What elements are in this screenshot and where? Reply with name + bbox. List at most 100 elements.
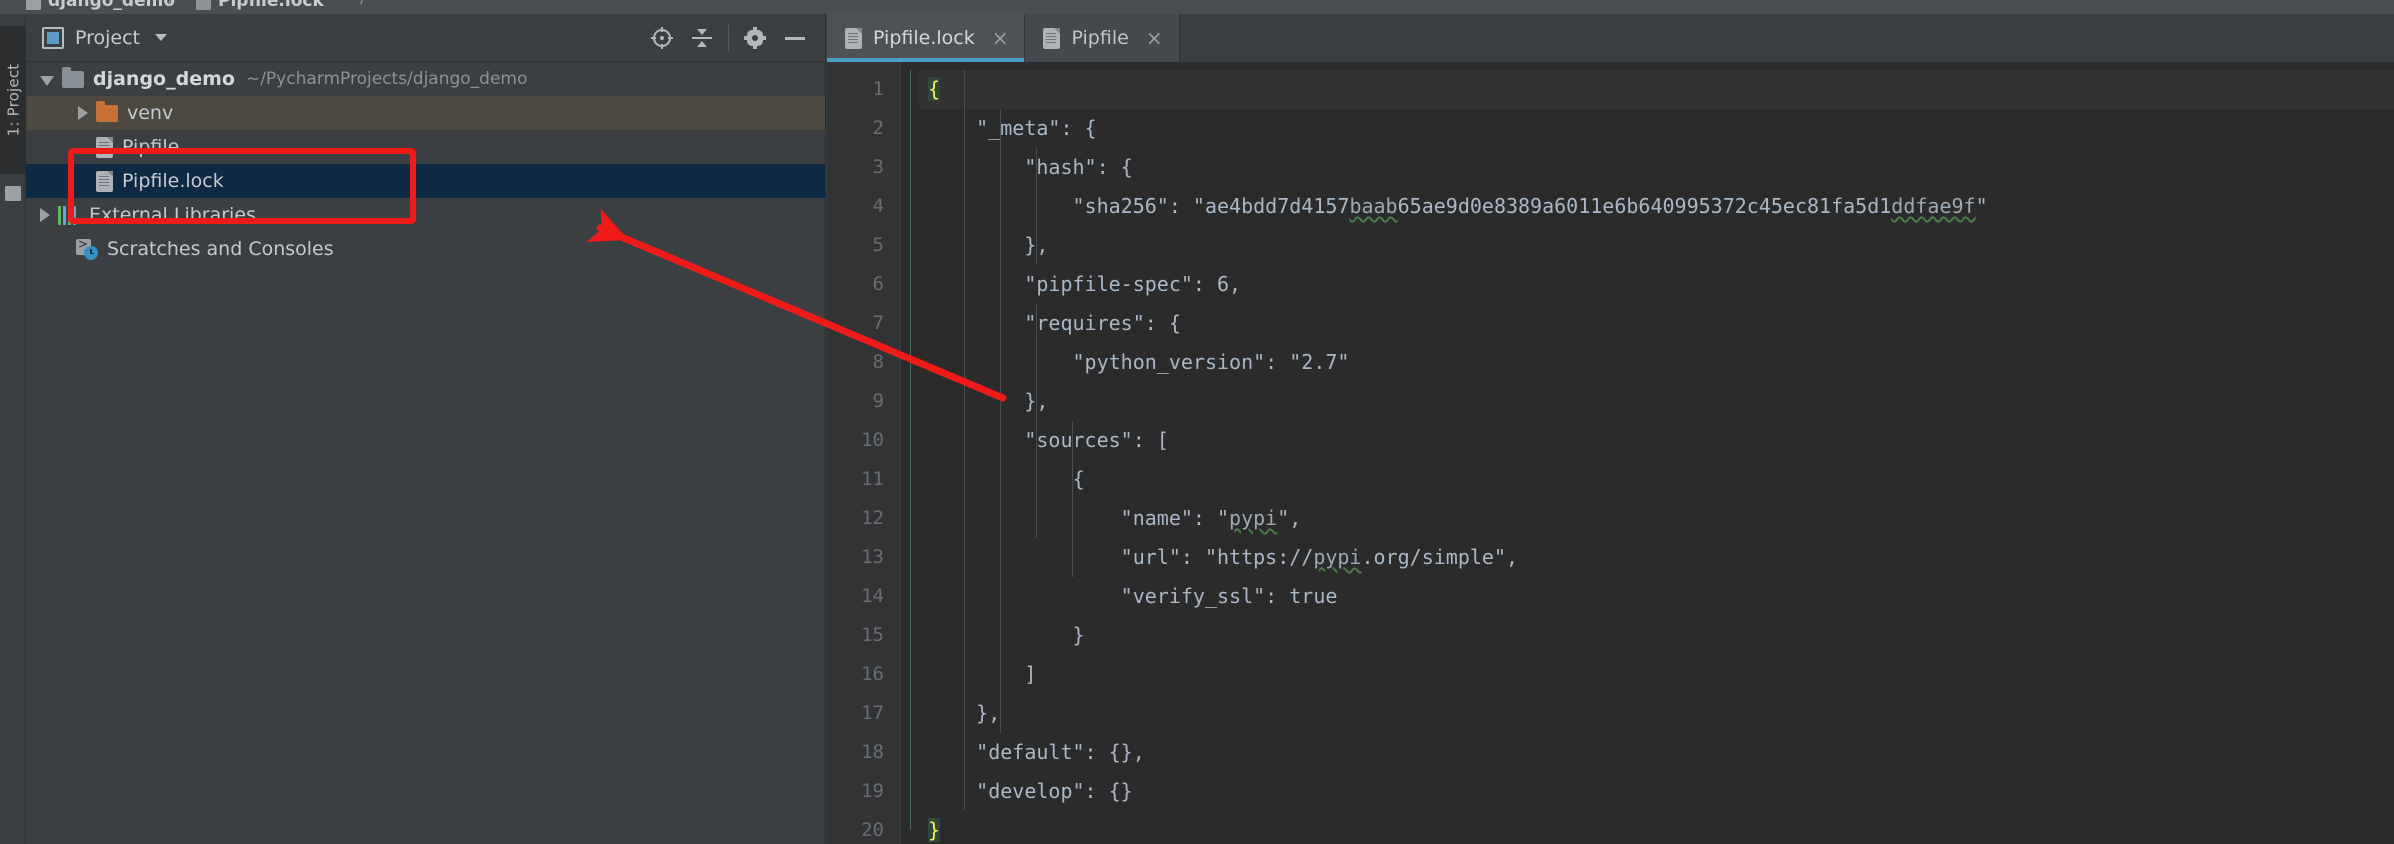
line-number: 13 bbox=[861, 546, 884, 568]
tool-window-button-project[interactable]: 1: Project bbox=[0, 26, 26, 174]
tree-node-label: External Libraries bbox=[89, 204, 256, 226]
tree-row[interactable]: Pipfile bbox=[26, 130, 825, 164]
line-number-gutter: 1 2 3 4 5 6 7 8 9 10 11 12 13 14 15 16 1… bbox=[827, 62, 901, 844]
tree-row[interactable]: Scratches and Consoles bbox=[26, 232, 825, 266]
project-panel-header: Project bbox=[26, 14, 825, 62]
indent-guide bbox=[1000, 109, 1001, 733]
code-line: "requires": { bbox=[928, 311, 1181, 335]
code-line: "pipfile-spec": 6, bbox=[928, 272, 1242, 296]
line-number: 10 bbox=[861, 429, 884, 451]
fold-region-line bbox=[910, 70, 911, 830]
tab-label: Pipfile.lock bbox=[873, 27, 975, 49]
line-number: 3 bbox=[872, 156, 884, 178]
breadcrumb-item-project[interactable]: django_demo bbox=[26, 0, 175, 14]
chevron-collapsed-icon[interactable] bbox=[40, 208, 50, 222]
code-folding-strip[interactable] bbox=[901, 62, 919, 844]
project-tool-window: Project django_demo ~/PycharmProjects/dj… bbox=[26, 14, 826, 844]
tree-row[interactable]: Pipfile.lock bbox=[26, 164, 825, 198]
close-icon[interactable]: × bbox=[992, 28, 1009, 48]
line-number: 12 bbox=[861, 507, 884, 529]
library-icon bbox=[58, 205, 80, 225]
tab-bar-empty-space bbox=[1179, 14, 2394, 62]
code-line: { bbox=[928, 467, 1085, 491]
tree-node-path: ~/PycharmProjects/django_demo bbox=[245, 69, 528, 89]
target-icon bbox=[651, 27, 673, 49]
breadcrumb-label: Pipfile.lock bbox=[218, 0, 324, 11]
folder-icon bbox=[62, 66, 84, 88]
settings-button[interactable] bbox=[735, 18, 775, 58]
tab-pipfile-lock[interactable]: Pipfile.lock × bbox=[827, 14, 1026, 62]
indent-guide bbox=[1036, 304, 1037, 538]
breadcrumb-separator: / bbox=[360, 0, 374, 14]
indent-guide bbox=[964, 70, 965, 810]
left-tool-window-strip: 1: Project bbox=[0, 14, 26, 844]
chevron-collapsed-icon[interactable] bbox=[78, 106, 88, 120]
breadcrumb-item-file[interactable]: Pipfile.lock bbox=[196, 0, 324, 14]
line-number: 15 bbox=[861, 624, 884, 646]
close-icon[interactable]: × bbox=[1146, 28, 1163, 48]
tree-node-label: Pipfile.lock bbox=[122, 170, 224, 192]
breadcrumb: django_demo / Pipfile.lock / bbox=[0, 0, 2394, 14]
tree-node-label: venv bbox=[127, 102, 174, 124]
chevron-expanded-icon[interactable] bbox=[40, 75, 54, 86]
editor-area: Pipfile.lock × Pipfile × 1 2 3 4 5 6 7 8… bbox=[827, 14, 2394, 844]
code-editor[interactable]: 1 2 3 4 5 6 7 8 9 10 11 12 13 14 15 16 1… bbox=[827, 62, 2394, 844]
file-icon bbox=[845, 27, 862, 49]
code-line: "hash": { bbox=[928, 155, 1133, 179]
line-number: 17 bbox=[861, 702, 884, 724]
line-number: 16 bbox=[861, 663, 884, 685]
pycharm-window: django_demo / Pipfile.lock / 1: Project … bbox=[0, 0, 2394, 844]
hide-panel-button[interactable] bbox=[775, 18, 815, 58]
chevron-down-icon[interactable] bbox=[155, 34, 168, 41]
file-icon bbox=[196, 0, 211, 10]
breadcrumb-separator: / bbox=[168, 0, 182, 14]
line-number: 1 bbox=[872, 78, 884, 100]
tree-node-label: Scratches and Consoles bbox=[107, 238, 334, 260]
code-line: "url": "https://pypi.org/simple", bbox=[928, 545, 1519, 569]
code-line: } bbox=[928, 623, 1085, 647]
line-number: 2 bbox=[872, 117, 884, 139]
folder-icon bbox=[26, 0, 41, 10]
code-line: "verify_ssl": true bbox=[928, 584, 1338, 608]
line-number: 7 bbox=[872, 312, 884, 334]
code-line: "python_version": "2.7" bbox=[928, 350, 1350, 374]
project-panel-title: Project bbox=[75, 26, 141, 49]
file-icon bbox=[1043, 27, 1061, 49]
code-line: ] bbox=[928, 662, 1037, 686]
tree-row[interactable]: External Libraries bbox=[26, 198, 825, 232]
minus-icon bbox=[785, 36, 805, 40]
code-line: { bbox=[919, 70, 2394, 109]
project-view-selector[interactable]: Project bbox=[42, 26, 168, 49]
tree-row[interactable]: venv bbox=[26, 96, 825, 130]
collapse-all-icon bbox=[691, 27, 713, 49]
line-number: 19 bbox=[861, 780, 884, 802]
breadcrumb-label: django_demo bbox=[48, 0, 176, 11]
file-icon bbox=[96, 170, 113, 192]
code-line: "name": "pypi", bbox=[928, 506, 1302, 530]
folder-orange-icon bbox=[96, 100, 118, 122]
collapse-all-button[interactable] bbox=[682, 18, 722, 58]
line-number: 6 bbox=[872, 273, 884, 295]
project-panel-toolbar bbox=[642, 14, 815, 62]
line-number: 4 bbox=[872, 195, 884, 217]
code-line: }, bbox=[928, 701, 1001, 725]
file-icon bbox=[96, 136, 113, 158]
line-number: 18 bbox=[861, 741, 884, 763]
tab-pipfile[interactable]: Pipfile × bbox=[1025, 14, 1180, 62]
code-line: "sha256": "ae4bdd7d4157baab65ae9d0e8389a… bbox=[928, 194, 1988, 218]
gear-icon bbox=[744, 27, 766, 49]
code-line: } bbox=[928, 818, 941, 842]
select-opened-file-button[interactable] bbox=[642, 18, 682, 58]
toolbar-divider bbox=[728, 25, 729, 51]
indent-guide bbox=[1036, 148, 1037, 265]
tree-row[interactable]: django_demo ~/PycharmProjects/django_dem… bbox=[26, 62, 825, 96]
code-text[interactable]: { "_meta": { "hash": { "sha256": "ae4bdd… bbox=[919, 62, 2394, 844]
editor-tab-bar: Pipfile.lock × Pipfile × bbox=[827, 14, 2394, 62]
code-line: }, bbox=[928, 233, 1049, 257]
structure-icon[interactable] bbox=[5, 186, 21, 201]
project-view-icon bbox=[42, 26, 64, 49]
code-line: "default": {}, bbox=[928, 740, 1145, 764]
tree-node-label: Pipfile bbox=[122, 136, 180, 158]
line-number: 20 bbox=[861, 819, 884, 841]
line-number: 9 bbox=[872, 390, 884, 412]
